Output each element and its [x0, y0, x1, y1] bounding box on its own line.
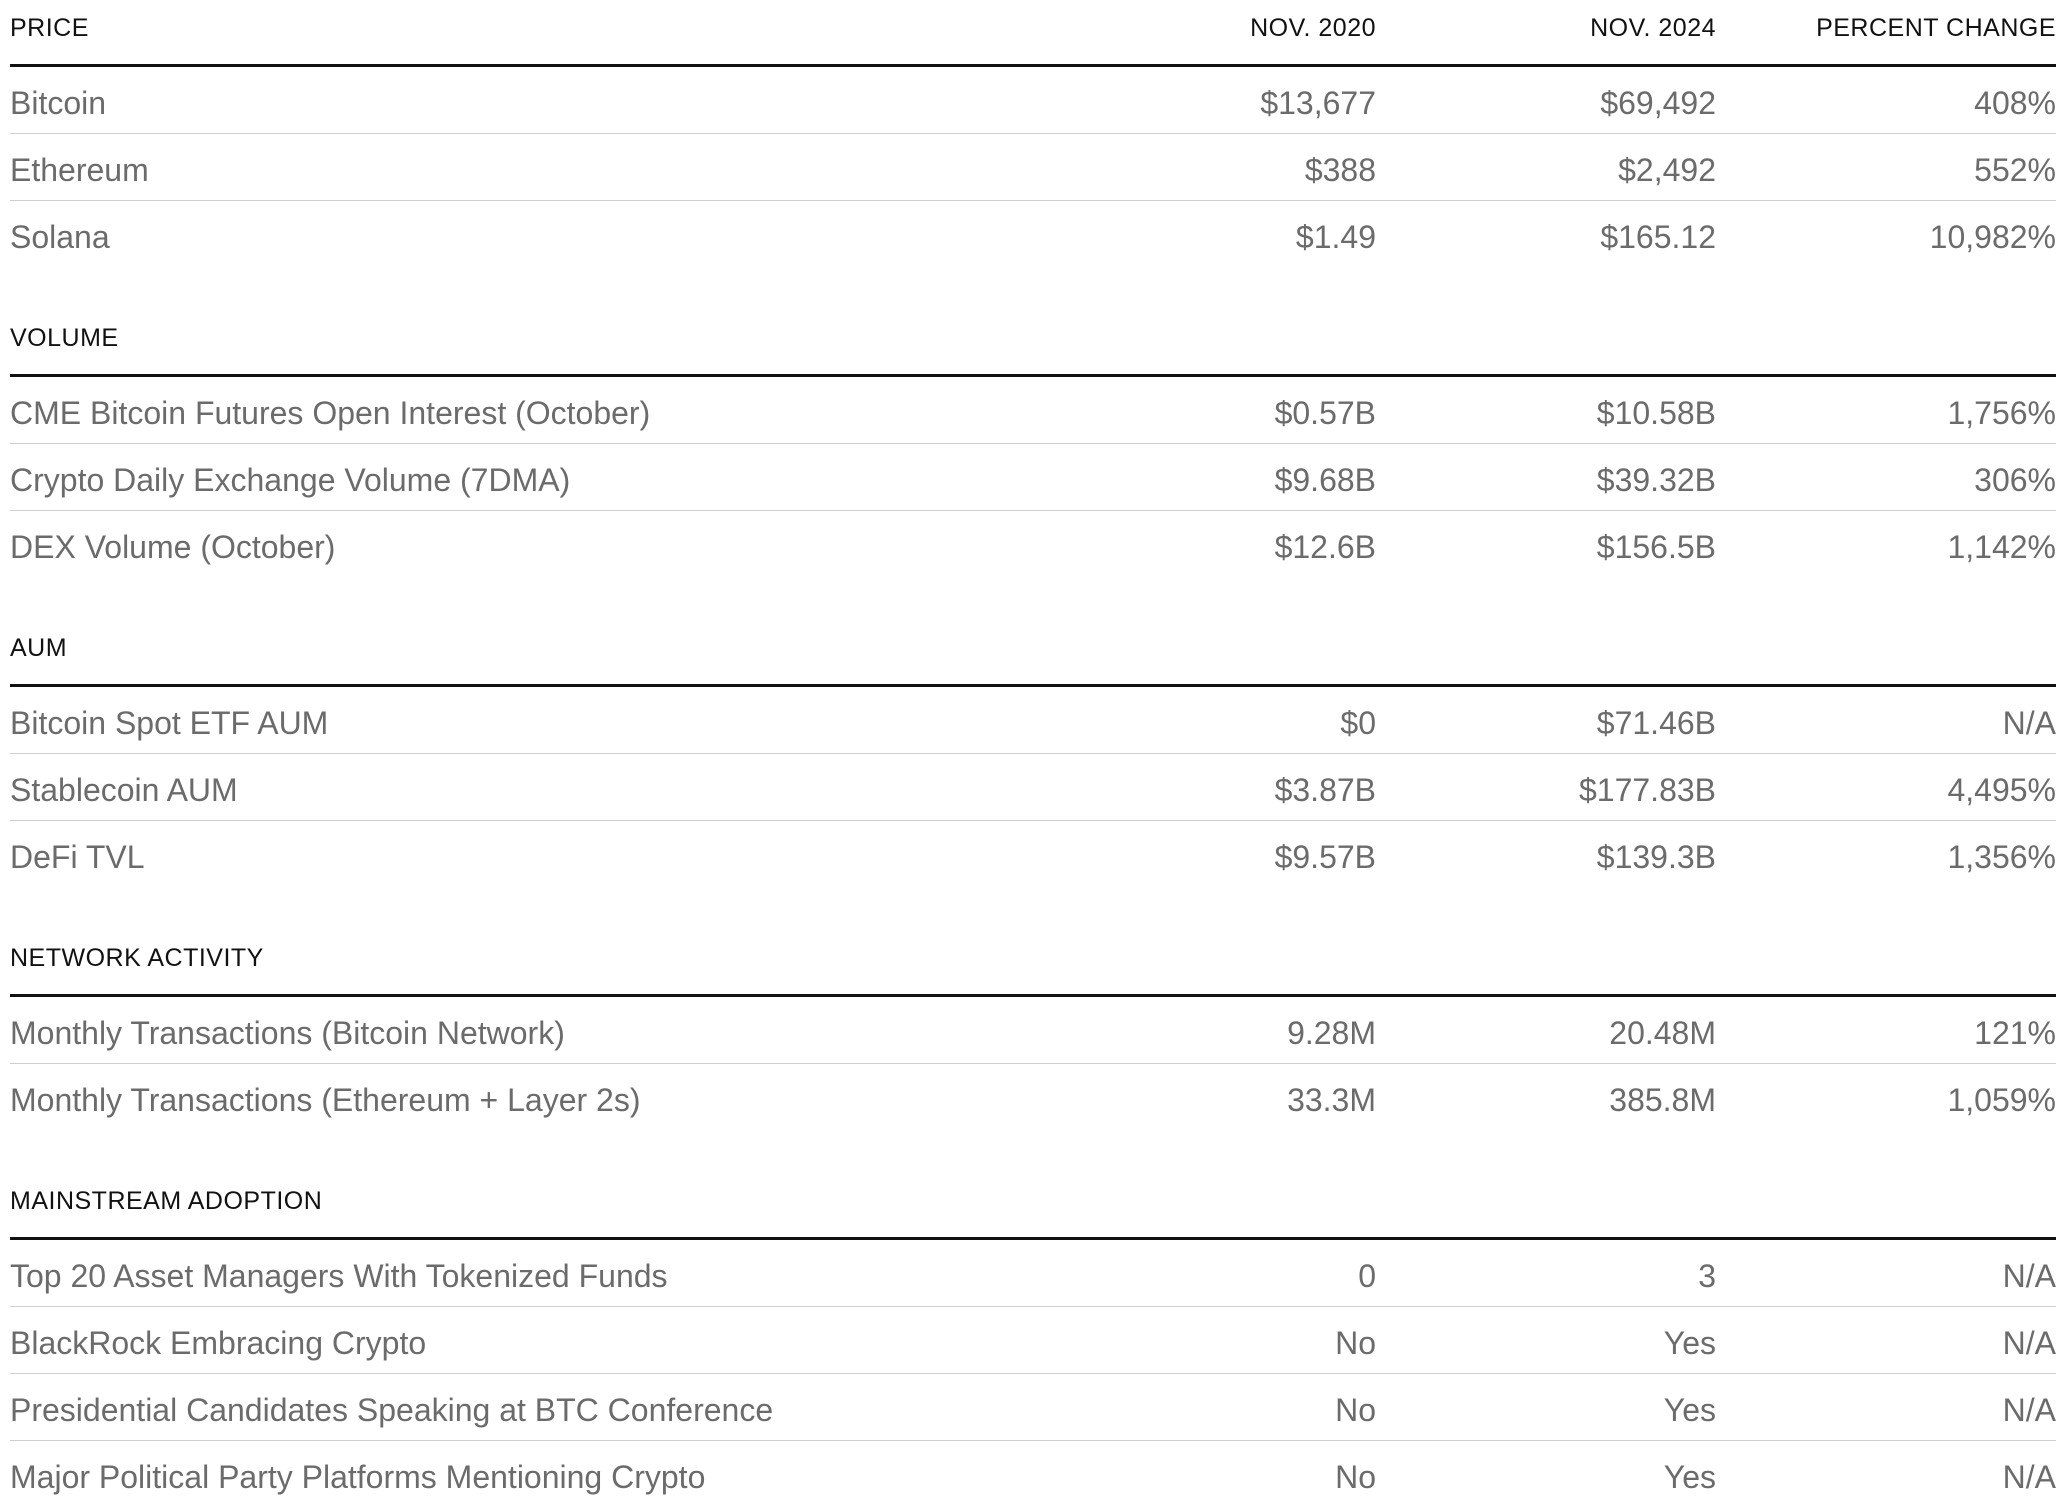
value-percent-change: N/A	[2002, 1325, 2056, 1361]
value-percent-change: N/A	[2002, 1392, 2056, 1428]
value-nov-2020: 33.3M	[1287, 1082, 1376, 1118]
row-label: DEX Volume (October)	[10, 529, 336, 565]
row-label: Bitcoin	[10, 85, 107, 121]
value-nov-2020: $13,677	[1260, 85, 1376, 121]
row-label: Major Political Party Platforms Mentioni…	[10, 1459, 706, 1495]
value-nov-2020: No	[1335, 1392, 1376, 1428]
column-header-nov-2024: NOV. 2024	[1590, 14, 1716, 42]
table-row: Monthly Transactions (Bitcoin Network) 9…	[10, 997, 2056, 1064]
row-label: DeFi TVL	[10, 839, 145, 875]
value-nov-2024: $39.32B	[1596, 462, 1716, 498]
value-percent-change: 1,356%	[1947, 839, 2056, 875]
row-label: Solana	[10, 219, 110, 255]
row-label: Ethereum	[10, 152, 149, 188]
value-nov-2024: Yes	[1663, 1392, 1716, 1428]
value-nov-2024: $71.46B	[1596, 705, 1716, 741]
value-nov-2020: No	[1335, 1325, 1376, 1361]
value-nov-2020: $0	[1340, 705, 1376, 741]
value-nov-2020: $1.49	[1295, 219, 1376, 255]
row-label: Monthly Transactions (Ethereum + Layer 2…	[10, 1082, 641, 1118]
section-title: PRICE	[10, 14, 89, 42]
table-row: Presidential Candidates Speaking at BTC …	[10, 1374, 2056, 1441]
value-nov-2024: 3	[1698, 1258, 1716, 1294]
value-nov-2024: $2,492	[1618, 152, 1716, 188]
table-row: Crypto Daily Exchange Volume (7DMA) $9.6…	[10, 444, 2056, 511]
value-percent-change: 306%	[1974, 462, 2056, 498]
value-nov-2024: $10.58B	[1596, 395, 1716, 431]
crypto-comparison-table: PRICE NOV. 2020 NOV. 2024 PERCENT CHANGE…	[0, 0, 2068, 1495]
value-nov-2024: $69,492	[1600, 85, 1716, 121]
section-header: VOLUME	[10, 324, 2056, 377]
value-nov-2020: $388	[1304, 152, 1376, 188]
table-row: Solana $1.49 $165.12 10,982%	[10, 201, 2056, 267]
row-label: BlackRock Embracing Crypto	[10, 1325, 427, 1361]
section-title: VOLUME	[10, 324, 119, 352]
table-row: DEX Volume (October) $12.6B $156.5B 1,14…	[10, 511, 2056, 577]
column-header-percent-change: PERCENT CHANGE	[1816, 14, 2056, 42]
value-percent-change: N/A	[2002, 1459, 2056, 1495]
table-row: Stablecoin AUM $3.87B $177.83B 4,495%	[10, 754, 2056, 821]
value-percent-change: 10,982%	[1929, 219, 2056, 255]
row-label: Stablecoin AUM	[10, 772, 238, 808]
section-mainstream-adoption: MAINSTREAM ADOPTION Top 20 Asset Manager…	[10, 1187, 2056, 1507]
row-label: Top 20 Asset Managers With Tokenized Fun…	[10, 1258, 668, 1294]
row-label: Bitcoin Spot ETF AUM	[10, 705, 329, 741]
section-network-activity: NETWORK ACTIVITY Monthly Transactions (B…	[10, 944, 2056, 1130]
section-title: NETWORK ACTIVITY	[10, 944, 264, 972]
row-label: Monthly Transactions (Bitcoin Network)	[10, 1015, 565, 1051]
table-row: Bitcoin $13,677 $69,492 408%	[10, 67, 2056, 134]
value-nov-2020: 0	[1358, 1258, 1376, 1294]
section-price: PRICE NOV. 2020 NOV. 2024 PERCENT CHANGE…	[10, 14, 2056, 267]
value-percent-change: 1,142%	[1947, 529, 2056, 565]
table-row: Bitcoin Spot ETF AUM $0 $71.46B N/A	[10, 687, 2056, 754]
table-row: Ethereum $388 $2,492 552%	[10, 134, 2056, 201]
value-percent-change: 408%	[1974, 85, 2056, 121]
table-row: DeFi TVL $9.57B $139.3B 1,356%	[10, 821, 2056, 887]
value-nov-2020: No	[1335, 1459, 1376, 1495]
value-nov-2020: $0.57B	[1274, 395, 1376, 431]
row-label: Presidential Candidates Speaking at BTC …	[10, 1392, 774, 1428]
value-nov-2024: 20.48M	[1609, 1015, 1716, 1051]
value-percent-change: 121%	[1974, 1015, 2056, 1051]
section-volume: VOLUME CME Bitcoin Futures Open Interest…	[10, 324, 2056, 577]
value-nov-2024: $156.5B	[1596, 529, 1716, 565]
row-label: Crypto Daily Exchange Volume (7DMA)	[10, 462, 571, 498]
table-row: Top 20 Asset Managers With Tokenized Fun…	[10, 1240, 2056, 1307]
value-percent-change: 4,495%	[1947, 772, 2056, 808]
section-title: AUM	[10, 634, 68, 662]
value-percent-change: 552%	[1974, 152, 2056, 188]
value-nov-2020: $9.57B	[1274, 839, 1376, 875]
table-row: BlackRock Embracing Crypto No Yes N/A	[10, 1307, 2056, 1374]
value-nov-2020: $12.6B	[1274, 529, 1376, 565]
value-nov-2024: $177.83B	[1578, 772, 1716, 808]
section-aum: AUM Bitcoin Spot ETF AUM $0 $71.46B N/A …	[10, 634, 2056, 887]
table-row: Monthly Transactions (Ethereum + Layer 2…	[10, 1064, 2056, 1130]
value-nov-2024: Yes	[1663, 1325, 1716, 1361]
value-nov-2024: $165.12	[1600, 219, 1716, 255]
table-row: Major Political Party Platforms Mentioni…	[10, 1441, 2056, 1507]
column-header-nov-2020: NOV. 2020	[1250, 14, 1376, 42]
section-header: PRICE NOV. 2020 NOV. 2024 PERCENT CHANGE	[10, 14, 2056, 67]
value-nov-2020: $3.87B	[1274, 772, 1376, 808]
section-header: NETWORK ACTIVITY	[10, 944, 2056, 997]
value-nov-2020: 9.28M	[1287, 1015, 1376, 1051]
value-nov-2024: Yes	[1663, 1459, 1716, 1495]
section-title: MAINSTREAM ADOPTION	[10, 1187, 323, 1215]
table-row: CME Bitcoin Futures Open Interest (Octob…	[10, 377, 2056, 444]
value-percent-change: 1,756%	[1947, 395, 2056, 431]
value-nov-2024: 385.8M	[1609, 1082, 1716, 1118]
value-nov-2020: $9.68B	[1274, 462, 1376, 498]
value-percent-change: N/A	[2002, 1258, 2056, 1294]
section-header: AUM	[10, 634, 2056, 687]
value-percent-change: 1,059%	[1947, 1082, 2056, 1118]
row-label: CME Bitcoin Futures Open Interest (Octob…	[10, 395, 651, 431]
value-percent-change: N/A	[2002, 705, 2056, 741]
section-header: MAINSTREAM ADOPTION	[10, 1187, 2056, 1240]
value-nov-2024: $139.3B	[1596, 839, 1716, 875]
